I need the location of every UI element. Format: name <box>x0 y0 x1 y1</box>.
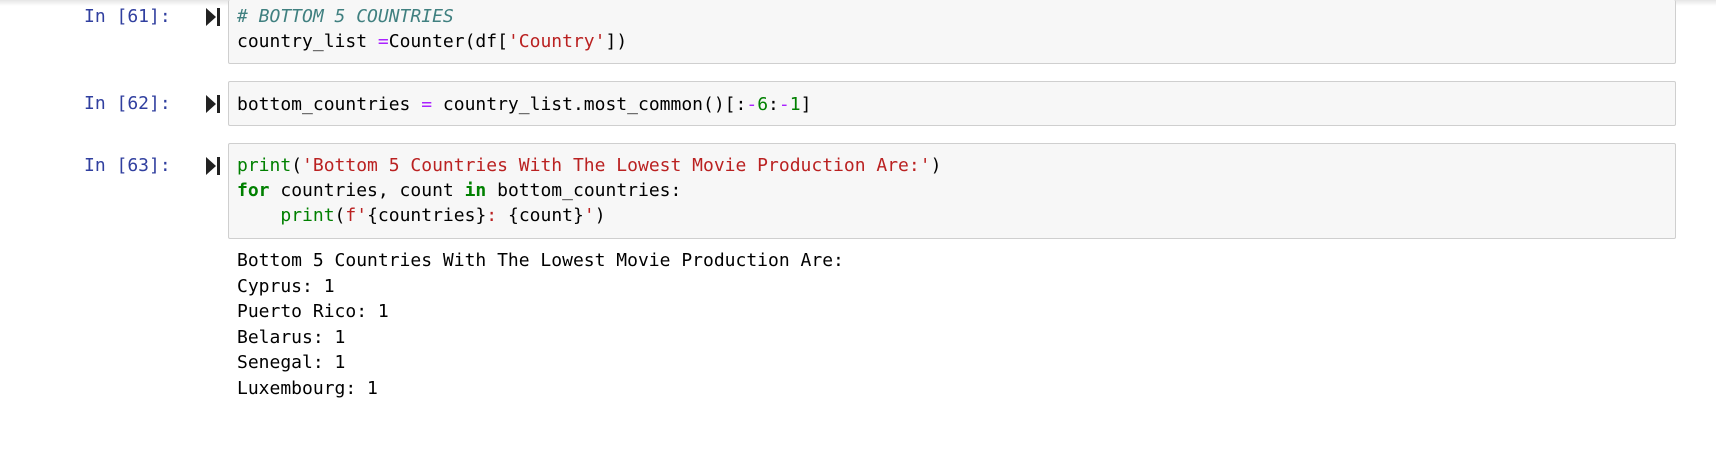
cell-output: Bottom 5 Countries With The Lowest Movie… <box>237 248 844 401</box>
code-token: {countries} <box>367 205 487 226</box>
output-line: Senegal: 1 <box>237 352 346 373</box>
code-operator: = <box>421 94 433 115</box>
code-keyword: for <box>237 180 270 201</box>
code-operator: - <box>746 94 758 115</box>
code-operator: = <box>377 31 389 52</box>
code-token: countries, count <box>269 180 465 201</box>
code-number: 6 <box>757 94 769 115</box>
code-builtin: print <box>280 205 335 226</box>
code-text: print('Bottom 5 Countries With The Lowes… <box>237 153 941 228</box>
input-prompt: In [61]: <box>84 6 171 27</box>
code-number: 1 <box>789 94 801 115</box>
code-keyword: in <box>464 180 487 201</box>
run-cell-icon[interactable] <box>206 157 220 175</box>
code-input-area[interactable]: print('Bottom 5 Countries With The Lowes… <box>228 143 1676 239</box>
code-token: ) <box>594 205 606 226</box>
output-line: Belarus: 1 <box>237 326 346 348</box>
code-cell-61[interactable]: In [61]: # BOTTOM 5 COUNTRIES country_li… <box>0 0 1716 66</box>
code-token: ( <box>334 205 346 226</box>
output-line: Luxembourg: 1 <box>237 377 378 399</box>
input-prompt: In [63]: <box>84 155 171 176</box>
code-string: f' <box>345 205 368 226</box>
code-cell-62[interactable]: In [62]: bottom_countries = country_list… <box>0 80 1716 128</box>
code-operator: - <box>778 94 790 115</box>
input-prompt: In [62]: <box>84 93 171 114</box>
code-string: 'Bottom 5 Countries With The Lowest Movi… <box>302 155 931 176</box>
code-token: ( <box>291 155 303 176</box>
code-token: ) <box>930 155 942 176</box>
code-string: : <box>486 205 508 226</box>
code-token: country_list <box>237 31 378 52</box>
code-token: bottom_countries <box>237 94 422 115</box>
code-token: ] <box>800 94 812 115</box>
code-text: bottom_countries = country_list.most_com… <box>237 92 811 117</box>
code-string: ' <box>583 205 595 226</box>
run-cell-icon[interactable] <box>206 8 220 26</box>
code-token: : <box>768 94 779 115</box>
output-line: Cyprus: 1 <box>237 275 335 297</box>
output-line: Puerto Rico: 1 <box>237 301 389 322</box>
code-input-area[interactable]: # BOTTOM 5 COUNTRIES country_list =Count… <box>228 0 1676 64</box>
code-string: 'Country' <box>507 31 606 52</box>
code-token: country_list.most_common()[: <box>432 94 747 115</box>
code-input-area[interactable]: bottom_countries = country_list.most_com… <box>228 81 1676 126</box>
code-text: # BOTTOM 5 COUNTRIES country_list =Count… <box>237 4 627 54</box>
run-cell-icon[interactable] <box>206 95 220 113</box>
code-comment: # BOTTOM 5 COUNTRIES <box>237 6 454 27</box>
code-token: Counter(df[ <box>388 31 508 52</box>
output-line: Bottom 5 Countries With The Lowest Movie… <box>237 250 844 271</box>
code-token: {count} <box>507 205 584 226</box>
code-token: bottom_countries: <box>486 180 682 201</box>
code-builtin: print <box>237 155 292 176</box>
code-token: ]) <box>605 31 628 52</box>
